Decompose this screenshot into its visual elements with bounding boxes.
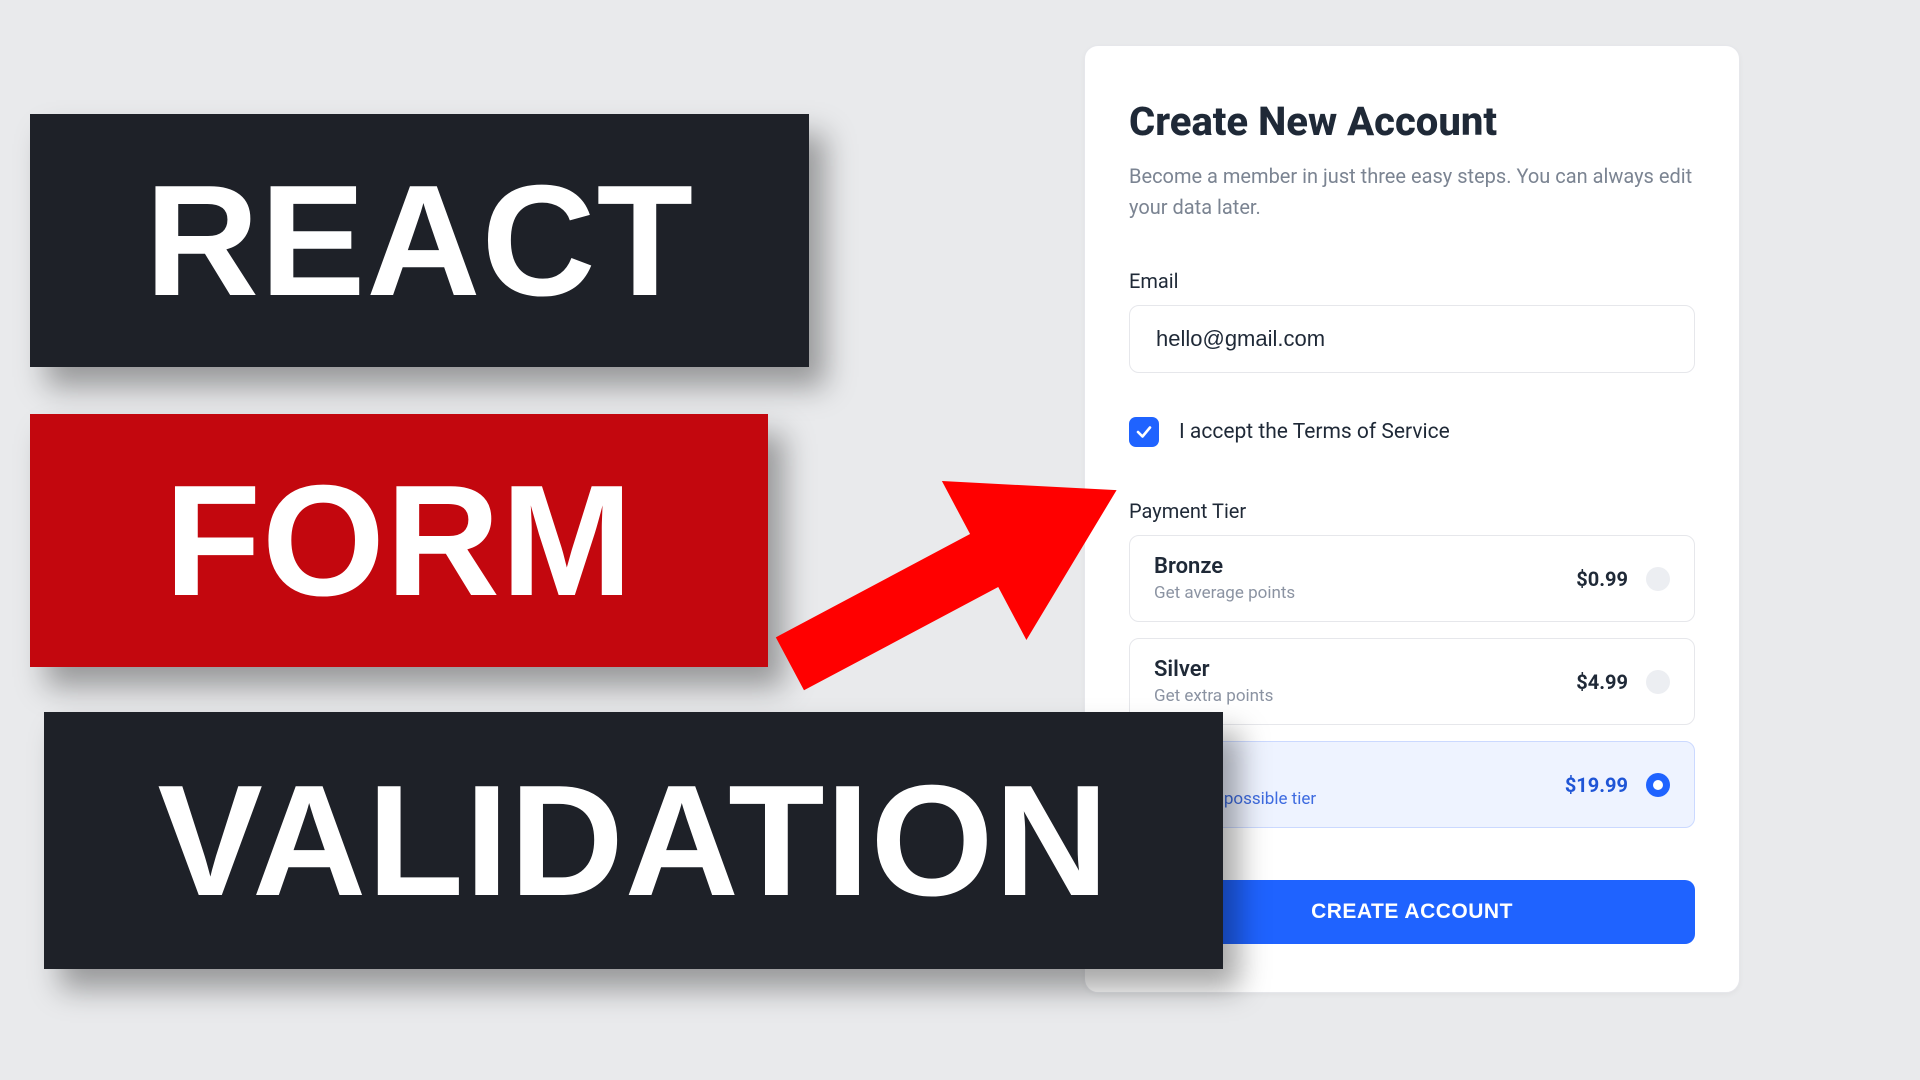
radio-off-icon[interactable] (1646, 670, 1670, 694)
tier-price: $4.99 (1576, 670, 1628, 694)
overlay-react-label: REACT (30, 114, 809, 367)
tier-desc: Get average points (1154, 583, 1295, 603)
tier-name: Bronze (1154, 554, 1295, 579)
card-title: Create New Account (1129, 98, 1695, 145)
tier-name: Silver (1154, 657, 1273, 682)
radio-off-icon[interactable] (1646, 567, 1670, 591)
radio-on-icon[interactable] (1646, 773, 1670, 797)
tier-option-bronze[interactable]: Bronze Get average points $0.99 (1129, 535, 1695, 622)
tos-label: I accept the Terms of Service (1179, 420, 1450, 444)
tier-price: $0.99 (1576, 567, 1628, 591)
card-subtitle: Become a member in just three easy steps… (1129, 161, 1695, 223)
email-input-wrap[interactable] (1129, 305, 1695, 373)
tier-price: $19.99 (1565, 773, 1628, 797)
arrow-icon (710, 404, 1170, 764)
payment-tier-label: Payment Tier (1129, 499, 1695, 523)
email-label: Email (1129, 269, 1695, 293)
tier-desc: Get extra points (1154, 686, 1273, 706)
overlay-validation-label: VALIDATION (44, 712, 1223, 969)
overlay-form-label: FORM (30, 414, 768, 667)
email-input[interactable] (1156, 326, 1668, 352)
tos-row: I accept the Terms of Service (1129, 417, 1695, 447)
